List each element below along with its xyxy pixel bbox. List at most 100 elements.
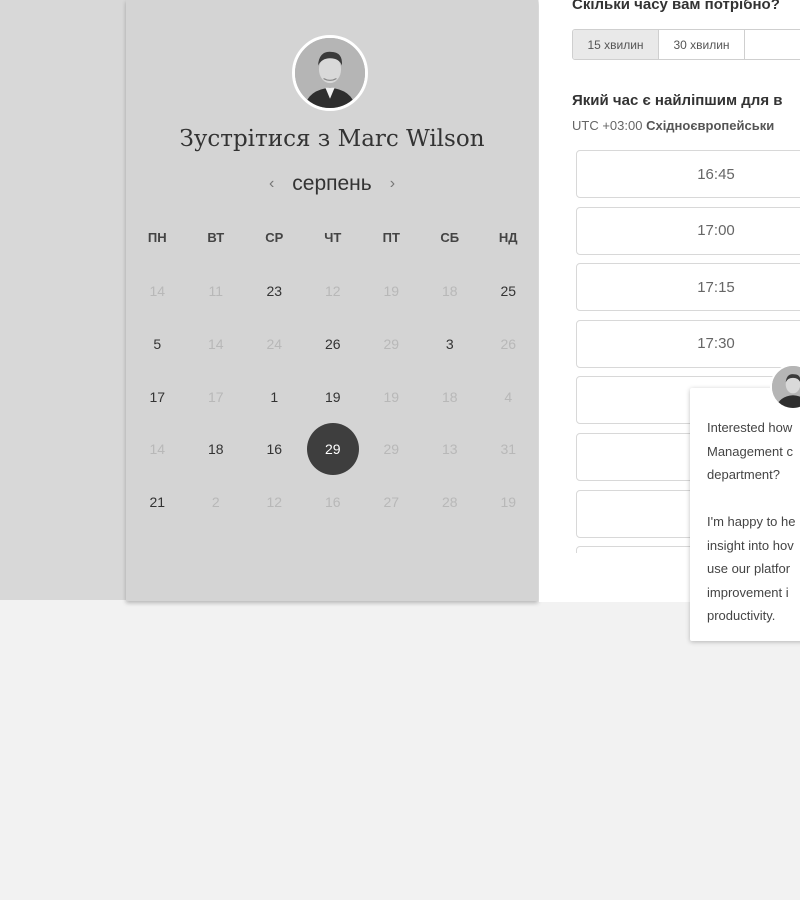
- calendar-day: 13: [421, 423, 480, 476]
- timezone-name: Східноєвропейськи: [646, 118, 775, 133]
- person-photo-icon: [295, 38, 365, 108]
- calendar-day[interactable]: 21: [128, 476, 187, 529]
- calendar-week-row: 21 2 12 16 27 28 19: [128, 476, 538, 529]
- calendar-day: 28: [421, 476, 480, 529]
- calendar-day: 24: [245, 318, 304, 371]
- calendar-week-row: 14 11 23 12 19 18 25: [128, 265, 538, 318]
- duration-question: Скільки часу вам потрібно?: [572, 0, 780, 13]
- weekday-label: ВТ: [207, 230, 225, 245]
- weekday-label: СБ: [440, 230, 460, 245]
- calendar-day[interactable]: 25: [479, 265, 538, 318]
- calendar-day[interactable]: 19: [304, 370, 363, 423]
- calendar-day[interactable]: 3: [421, 318, 480, 371]
- calendar-day-number: 16: [266, 441, 283, 458]
- time-question: Який час є найліпшим для в: [572, 92, 783, 109]
- duration-option-30[interactable]: 30 хвилин: [659, 30, 745, 59]
- weekday-label: НД: [498, 230, 518, 245]
- chevron-right-icon[interactable]: ›: [386, 175, 399, 193]
- calendar-day-selected[interactable]: 29: [304, 423, 363, 476]
- calendar-day-number: 28: [441, 494, 458, 511]
- calendar-day-number: 1: [270, 388, 279, 405]
- calendar-day: 27: [362, 476, 421, 529]
- calendar-day[interactable]: 5: [128, 318, 187, 371]
- month-navigation: ‹ серпень ›: [126, 172, 538, 196]
- calendar-day-number: 17: [207, 388, 224, 405]
- calendar-day[interactable]: 1: [245, 370, 304, 423]
- calendar-day[interactable]: 18: [187, 423, 246, 476]
- calendar-day: 26: [479, 318, 538, 371]
- calendar-day-number: 25: [500, 283, 517, 300]
- calendar-day-number: 13: [441, 441, 458, 458]
- calendar-day-number: 19: [500, 494, 517, 511]
- time-slot-button[interactable]: 17:00: [576, 206, 800, 255]
- calendar-day-number: 19: [324, 388, 341, 405]
- calendar-day: 16: [304, 476, 363, 529]
- calendar-day-number: 19: [383, 388, 400, 405]
- calendar-day-number: 21: [149, 494, 166, 511]
- calendar-day-number: 26: [500, 336, 517, 353]
- calendar-day[interactable]: 16: [245, 423, 304, 476]
- weekday-headers: ПН ВТ СР ЧТ ПТ СБ НД: [128, 230, 538, 245]
- time-slot-button[interactable]: 16:45: [576, 150, 800, 198]
- calendar-day: 18: [421, 265, 480, 318]
- calendar-day-number: 12: [324, 283, 341, 300]
- calendar-day: 19: [362, 370, 421, 423]
- chat-message: Interested how Management c department? …: [707, 420, 796, 623]
- current-month: серпень: [292, 172, 372, 195]
- calendar-day: 31: [479, 423, 538, 476]
- weekday-label: ЧТ: [324, 230, 342, 245]
- calendar-day: 12: [245, 476, 304, 529]
- calendar-day-number: 18: [207, 441, 224, 458]
- calendar-day: 12: [304, 265, 363, 318]
- calendar-day: 2: [187, 476, 246, 529]
- calendar-day-number: 27: [383, 494, 400, 511]
- chat-popup[interactable]: Interested how Management c department? …: [690, 388, 800, 641]
- time-slot-button[interactable]: 17:15: [576, 263, 800, 312]
- calendar-day-number: 12: [266, 494, 283, 511]
- calendar-day-number: 18: [441, 283, 458, 300]
- time-slot-label: 16:45: [697, 165, 735, 183]
- time-slot-label: 17:00: [697, 222, 735, 240]
- weekday-label: ПТ: [382, 230, 400, 245]
- weekday-label: СР: [265, 230, 284, 245]
- calendar-day-number: 19: [383, 283, 400, 300]
- calendar-day: 4: [479, 370, 538, 423]
- calendar-day-number: 24: [266, 336, 283, 353]
- calendar-week-row: 14 18 16 29 29 13 31: [128, 423, 538, 476]
- timezone-offset: UTC +03:00: [572, 118, 643, 133]
- meeting-title: Зустрітися з Marc Wilson: [179, 126, 485, 152]
- calendar-day[interactable]: 23: [245, 265, 304, 318]
- calendar-day-number: 29: [383, 336, 400, 353]
- calendar-day-number: 3: [445, 336, 454, 353]
- time-slot-label: 17:15: [697, 278, 735, 296]
- time-slot-button[interactable]: 17:30: [576, 319, 800, 368]
- calendar-day-number: 4: [504, 388, 513, 405]
- calendar-day-number: 31: [500, 441, 517, 458]
- calendar-day[interactable]: 26: [304, 318, 363, 371]
- calendar-day-number: 14: [149, 283, 166, 300]
- calendar-day: 19: [362, 265, 421, 318]
- calendar-day: 29: [362, 423, 421, 476]
- calendar-day-number: 2: [211, 494, 220, 511]
- calendar-week-row: 17 17 1 19 19 18 4: [128, 370, 538, 423]
- calendar-day: 11: [187, 265, 246, 318]
- calendar-day-number: 16: [324, 494, 341, 511]
- page-background-left: [0, 0, 126, 600]
- calendar-day-number: 23: [266, 283, 283, 300]
- calendar-day-number: 14: [149, 441, 166, 458]
- duration-option-more[interactable]: [745, 30, 800, 59]
- calendar-day[interactable]: 17: [128, 370, 187, 423]
- calendar-day-number: 26: [324, 336, 341, 353]
- person-photo-icon: [772, 366, 800, 408]
- host-avatar: [292, 35, 368, 111]
- time-slot-label: 17:30: [697, 335, 735, 353]
- chevron-left-icon[interactable]: ‹: [265, 175, 278, 193]
- calendar-day: 18: [421, 370, 480, 423]
- calendar-day-number: 11: [208, 283, 224, 300]
- calendar-day: 19: [479, 476, 538, 529]
- calendar-day-number: 5: [153, 336, 162, 353]
- duration-option-15[interactable]: 15 хвилин: [573, 30, 659, 59]
- timezone-label: UTC +03:00 Східноєвропейськи: [572, 118, 774, 133]
- calendar-day: 17: [187, 370, 246, 423]
- calendar-day: 14: [128, 423, 187, 476]
